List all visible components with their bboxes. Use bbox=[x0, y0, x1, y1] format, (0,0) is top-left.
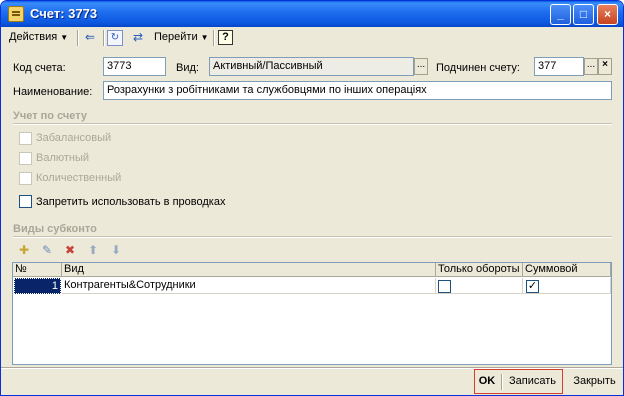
close-button[interactable]: × bbox=[597, 4, 618, 25]
help-icon[interactable]: ? bbox=[218, 30, 233, 45]
name-label: Наименование: bbox=[13, 86, 93, 98]
divider bbox=[13, 236, 612, 237]
toolbar-separator bbox=[103, 30, 104, 46]
divider bbox=[13, 123, 612, 124]
arrow-down-icon[interactable]: ⬇ bbox=[108, 243, 124, 259]
actions-menu-button[interactable]: Действия ▼ bbox=[9, 29, 68, 47]
currency-checkbox[interactable] bbox=[19, 152, 32, 165]
forbid-postings-checkbox[interactable] bbox=[19, 195, 32, 208]
actions-menu-label: Действия bbox=[9, 31, 58, 43]
row-num-cell[interactable]: 1 bbox=[14, 278, 61, 294]
goto-menu-label: Перейти bbox=[154, 31, 198, 43]
close-form-button[interactable]: Закрыть bbox=[570, 372, 619, 392]
account-dialog: Счет: 3773 _ □ × Действия ▼ ⇐ ↻ ⇄ Перейт… bbox=[0, 0, 624, 396]
refresh-icon[interactable]: ↻ bbox=[107, 30, 123, 46]
title-bar[interactable]: Счет: 3773 _ □ × bbox=[1, 1, 623, 27]
kind-field[interactable]: Активный/Пассивный bbox=[209, 57, 414, 76]
sum-checkbox[interactable]: ✓ bbox=[526, 280, 539, 293]
clear-icon[interactable]: × bbox=[598, 58, 612, 75]
quantity-checkbox[interactable] bbox=[19, 172, 32, 185]
footer-divider bbox=[1, 367, 623, 368]
quantity-label: Количественный bbox=[36, 172, 122, 184]
column-header-sum[interactable]: Суммовой bbox=[523, 263, 611, 277]
chevron-down-icon: ▼ bbox=[200, 33, 209, 42]
chevron-down-icon: ▼ bbox=[60, 33, 69, 42]
parent-account-label: Подчинен счету: bbox=[436, 62, 520, 74]
edit-row-icon[interactable]: ✎ bbox=[39, 243, 55, 259]
turnover-only-checkbox[interactable] bbox=[438, 280, 451, 293]
offbalance-checkbox[interactable] bbox=[19, 132, 32, 145]
account-icon bbox=[8, 6, 24, 22]
accounting-group-title: Учет по счету bbox=[13, 110, 88, 122]
window-title: Счет: 3773 bbox=[30, 6, 98, 21]
kind-select-button[interactable]: ... bbox=[414, 58, 428, 75]
save-button[interactable]: Записать bbox=[505, 372, 560, 392]
offbalance-label: Забалансовый bbox=[36, 132, 112, 144]
delete-row-icon[interactable]: ✖ bbox=[62, 243, 78, 259]
code-label: Код счета: bbox=[13, 62, 66, 74]
toolbar-separator bbox=[213, 30, 214, 46]
toolbar: Действия ▼ ⇐ ↻ ⇄ Перейти ▼ ? bbox=[4, 28, 620, 48]
minimize-button[interactable]: _ bbox=[550, 4, 571, 25]
column-header-kind[interactable]: Вид bbox=[62, 263, 436, 277]
goto-menu-button[interactable]: Перейти ▼ bbox=[154, 29, 209, 47]
column-header-turnover-only[interactable]: Только обороты bbox=[436, 263, 523, 277]
kind-label: Вид: bbox=[176, 62, 199, 74]
forbid-postings-label: Запретить использовать в проводках bbox=[36, 196, 226, 208]
arrow-up-icon[interactable]: ⬆ bbox=[85, 243, 101, 259]
currency-label: Валютный bbox=[36, 152, 90, 164]
subconto-group-title: Виды субконто bbox=[13, 223, 97, 235]
name-field[interactable]: Розрахунки з робітниками та службовцями … bbox=[103, 81, 612, 100]
subconto-table: № Вид Только обороты Суммовой 1 Контраге… bbox=[12, 262, 612, 365]
toolbar-separator bbox=[77, 30, 78, 46]
column-header-num[interactable]: № bbox=[13, 263, 62, 277]
add-row-icon[interactable]: ✚ bbox=[16, 243, 32, 259]
ok-button[interactable]: OK bbox=[477, 372, 497, 392]
back-arrow-icon[interactable]: ⇐ bbox=[81, 29, 99, 47]
code-field[interactable]: 3773 bbox=[103, 57, 166, 76]
parent-account-field[interactable]: 377 bbox=[534, 57, 584, 76]
footer-separator bbox=[501, 374, 502, 390]
maximize-button[interactable]: □ bbox=[573, 4, 594, 25]
parent-select-button[interactable]: ... bbox=[584, 58, 598, 75]
goto-link-icon[interactable]: ⇄ bbox=[129, 29, 147, 47]
row-kind-cell[interactable]: Контрагенты&Сотрудники bbox=[62, 278, 436, 294]
